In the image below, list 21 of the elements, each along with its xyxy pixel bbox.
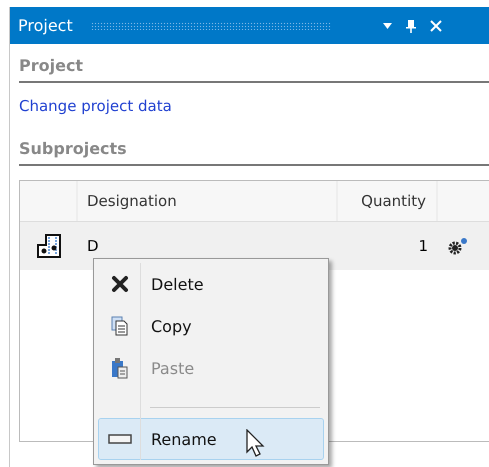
column-header: Designation bbox=[87, 192, 177, 210]
drag-grip[interactable] bbox=[90, 22, 331, 30]
menu-item[interactable]: Rename bbox=[98, 418, 324, 460]
change-data-link[interactable]: Change project data bbox=[19, 97, 172, 115]
module-icon bbox=[36, 233, 62, 259]
cross-icon bbox=[111, 275, 129, 293]
gear-icon[interactable] bbox=[447, 236, 469, 256]
table-cell: 1 bbox=[418, 237, 428, 255]
clipboard-icon bbox=[111, 357, 129, 379]
close-icon[interactable] bbox=[430, 20, 442, 32]
copy-icon bbox=[111, 316, 129, 336]
column-header: Quantity bbox=[361, 192, 426, 210]
menu-item[interactable]: Delete bbox=[98, 263, 324, 305]
section-heading: Subprojects bbox=[19, 138, 128, 160]
section-heading: Project bbox=[19, 55, 84, 77]
menu-item[interactable]: Copy bbox=[98, 305, 324, 347]
rename-field-icon bbox=[108, 433, 132, 445]
dropdown-icon[interactable] bbox=[382, 22, 392, 28]
pin-icon[interactable] bbox=[406, 18, 416, 32]
window-title: Project bbox=[18, 16, 73, 35]
table-cell: D bbox=[87, 237, 99, 255]
